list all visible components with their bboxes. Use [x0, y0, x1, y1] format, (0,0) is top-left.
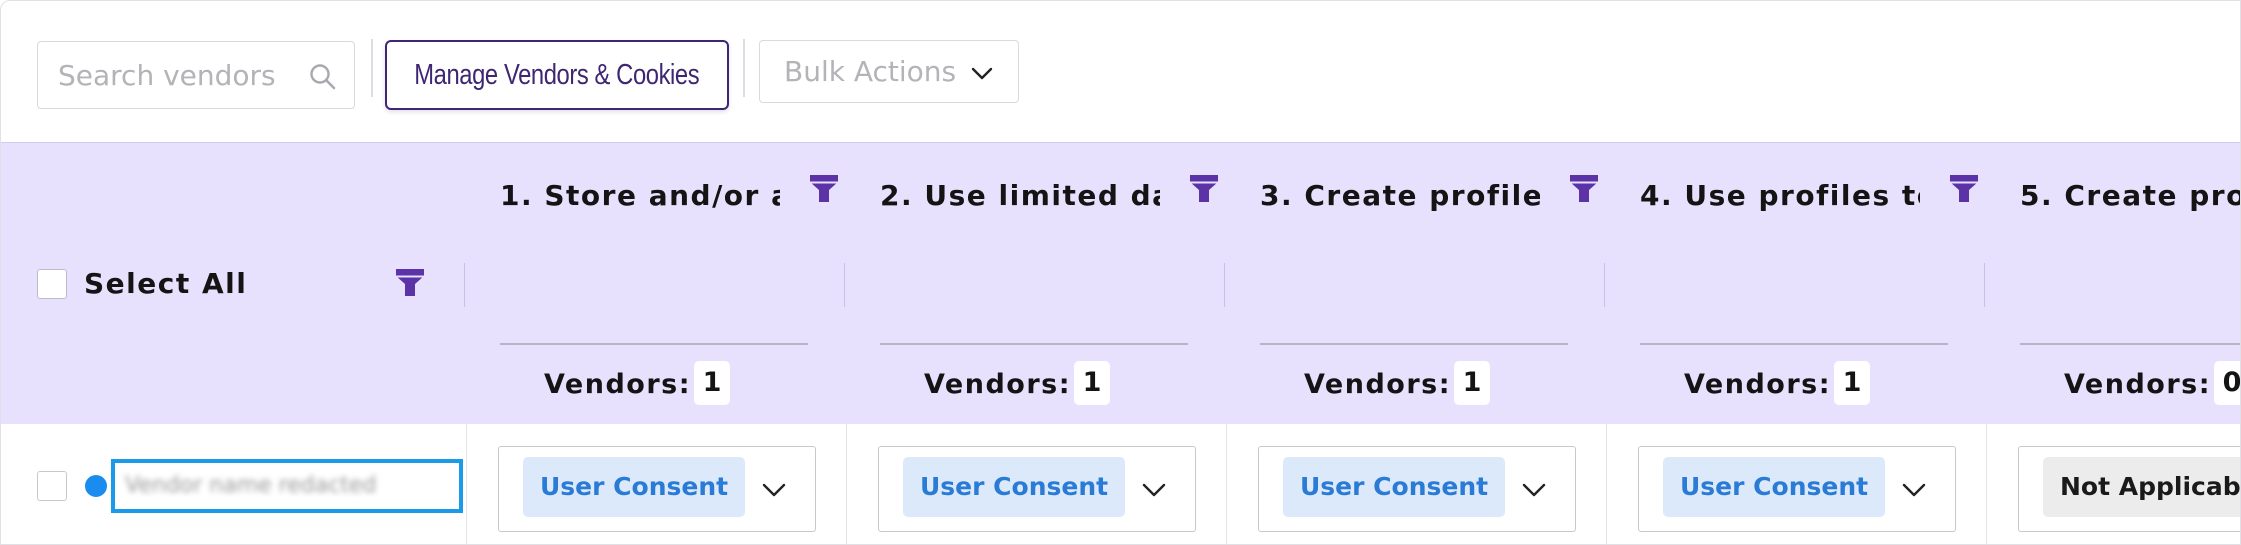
header-rule — [1640, 343, 1948, 345]
chevron-down-icon[interactable] — [1141, 477, 1167, 503]
legal-basis-chip: Not Applicable — [2043, 457, 2240, 517]
chevron-down-icon[interactable] — [1901, 477, 1927, 503]
toolbar-divider — [371, 39, 373, 97]
purpose-3-title: 3. Create profile… — [1260, 179, 1540, 212]
column-divider — [1224, 263, 1225, 307]
select-all-checkbox[interactable] — [37, 269, 67, 299]
legal-basis-select[interactable]: Not Applicable — [2018, 446, 2240, 532]
legal-basis-select[interactable]: User Consent — [1258, 446, 1576, 532]
filter-icon[interactable] — [1189, 174, 1219, 204]
vendors-count-badge: 0 — [2214, 361, 2240, 405]
vendors-count-badge: 1 — [1454, 361, 1490, 405]
purpose-2-title: 2. Use limited da… — [880, 179, 1160, 212]
filter-icon[interactable] — [1949, 174, 1979, 204]
filter-icon[interactable] — [395, 268, 425, 298]
row-divider — [466, 424, 467, 544]
legal-basis-select[interactable]: User Consent — [1638, 446, 1956, 532]
vendors-label: Vendors: — [1684, 369, 1832, 400]
vendors-count-badge: 1 — [1834, 361, 1870, 405]
header-rule — [500, 343, 808, 345]
column-divider — [1984, 263, 1985, 307]
vendors-count-badge: 1 — [1074, 361, 1110, 405]
bulk-actions-label: Bulk Actions — [784, 55, 957, 88]
vendor-name-cell[interactable]: Vendor name redacted — [111, 459, 463, 513]
row-divider — [1226, 424, 1227, 544]
chevron-down-icon[interactable] — [761, 477, 787, 503]
row-checkbox[interactable] — [37, 471, 67, 501]
search-icon[interactable] — [306, 60, 340, 94]
vendors-label: Vendors: — [544, 369, 692, 400]
legal-basis-select[interactable]: User Consent — [498, 446, 816, 532]
manage-vendors-cookies-button[interactable]: Manage Vendors & Cookies — [385, 40, 729, 110]
vendors-label: Vendors: — [2064, 369, 2212, 400]
purpose-1-title: 1. Store and/or a… — [500, 179, 780, 212]
filter-icon[interactable] — [809, 174, 839, 204]
vendors-label: Vendors: — [1304, 369, 1452, 400]
legal-basis-chip: User Consent — [523, 457, 746, 517]
chevron-down-icon[interactable] — [1521, 477, 1547, 503]
status-dot — [85, 475, 107, 497]
purpose-4-title: 4. Use profiles to… — [1640, 179, 1920, 212]
legal-basis-chip: User Consent — [1663, 457, 1886, 517]
vendors-count-badge: 1 — [694, 361, 730, 405]
header-rule — [2020, 343, 2240, 345]
select-all-label: Select All — [84, 267, 248, 300]
toolbar: Manage Vendors & Cookies Bulk Actions — [1, 1, 2240, 142]
bulk-actions-dropdown[interactable]: Bulk Actions — [759, 40, 1019, 103]
header-rule — [1260, 343, 1568, 345]
chevron-down-icon[interactable] — [970, 61, 994, 85]
vendor-name-redacted: Vendor name redacted — [125, 473, 377, 498]
column-divider — [844, 263, 845, 307]
column-divider — [1604, 263, 1605, 307]
row-divider — [1606, 424, 1607, 544]
table-header: Select All 1. Store and/or a… Vendors: 1… — [1, 142, 2240, 424]
filter-icon[interactable] — [1569, 174, 1599, 204]
vendor-purposes-panel: Manage Vendors & Cookies Bulk Actions Se… — [0, 0, 2241, 545]
search-input[interactable] — [58, 56, 298, 94]
header-rule — [880, 343, 1188, 345]
column-divider — [464, 263, 465, 307]
row-divider — [1986, 424, 1987, 544]
legal-basis-chip: User Consent — [903, 457, 1126, 517]
purpose-5-title: 5. Create profil — [2020, 179, 2240, 212]
legal-basis-chip: User Consent — [1283, 457, 1506, 517]
legal-basis-select[interactable]: User Consent — [878, 446, 1196, 532]
row-divider — [846, 424, 847, 544]
manage-vendors-cookies-label: Manage Vendors & Cookies — [414, 58, 700, 91]
vendors-label: Vendors: — [924, 369, 1072, 400]
toolbar-divider — [743, 39, 745, 97]
table-row: Vendor name redacted User Consent User C… — [1, 424, 2240, 544]
search-box[interactable] — [37, 41, 355, 109]
